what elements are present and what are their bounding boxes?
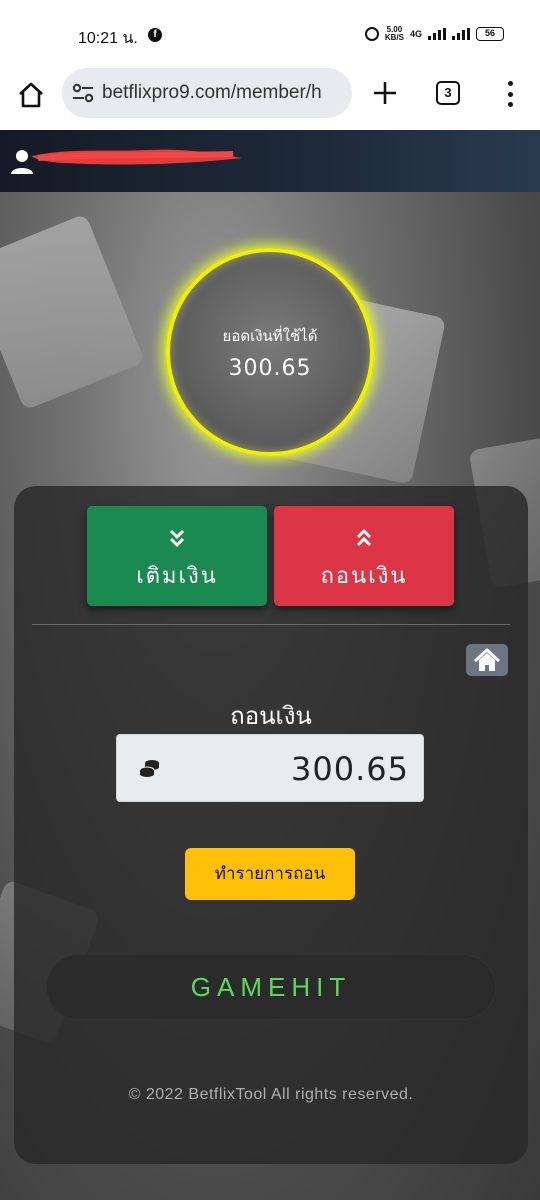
chevrons-up-icon (356, 528, 372, 547)
submit-withdraw-button[interactable]: ทำรายการถอน (185, 848, 355, 900)
site-header (0, 130, 540, 192)
signal-icon-2 (452, 28, 470, 40)
facebook-icon: f (148, 28, 162, 42)
more-menu-icon[interactable] (500, 81, 520, 107)
battery-icon: 56 (476, 27, 504, 41)
balance-value: 300.65 (228, 356, 312, 381)
url-bar[interactable]: betflixpro9.com/member/h (62, 68, 352, 118)
deposit-button[interactable]: เติมเงิน (87, 506, 267, 606)
plus-icon[interactable] (372, 80, 398, 106)
status-time: 10:21 น. (78, 30, 138, 47)
deposit-label: เติมเงิน (136, 564, 218, 589)
withdraw-label: ถอนเงิน (320, 564, 408, 589)
footer-copyright: © 2022 BetflixTool All rights reserved. (128, 1086, 414, 1103)
background-card (0, 213, 146, 411)
home-icon (473, 648, 501, 671)
network-speed: 5.00 KB/S (384, 25, 404, 42)
coins-icon (139, 760, 159, 777)
status-indicators: 5.00 KB/S 4G 56 (364, 25, 504, 42)
chevrons-down-icon (169, 529, 185, 548)
site-settings-icon[interactable] (72, 83, 94, 103)
url-text[interactable]: betflixpro9.com/member/h (102, 82, 342, 104)
home-icon[interactable] (16, 80, 46, 110)
signal-icon (428, 28, 446, 40)
alarm-icon (364, 27, 379, 41)
withdraw-panel: เติมเงิน ถอนเงิน ถอนเงิน ทำรายการถอน GAM… (14, 486, 528, 1164)
gamehit-button[interactable]: GAMEHIT (46, 954, 496, 1020)
home-button[interactable] (466, 644, 508, 676)
withdraw-button[interactable]: ถอนเงิน (274, 506, 454, 606)
balance-label: ยอดเงินที่ใช้ได้ (222, 327, 318, 345)
balance-display: ยอดเงินที่ใช้ได้ 300.65 (166, 248, 374, 456)
browser-toolbar: betflixpro9.com/member/h 3 (0, 68, 540, 130)
tabs-icon[interactable]: 3 (436, 81, 460, 105)
status-bar: 10:21 น. f 5.00 KB/S 4G 56 (0, 0, 540, 68)
divider (32, 624, 510, 625)
redacted-username (32, 149, 242, 165)
section-title: ถอนเงิน (230, 702, 312, 730)
amount-field[interactable] (116, 734, 424, 802)
brand-label: GAMEHIT (190, 972, 352, 1002)
network-type: 4G (409, 29, 422, 39)
amount-input[interactable] (179, 747, 409, 791)
